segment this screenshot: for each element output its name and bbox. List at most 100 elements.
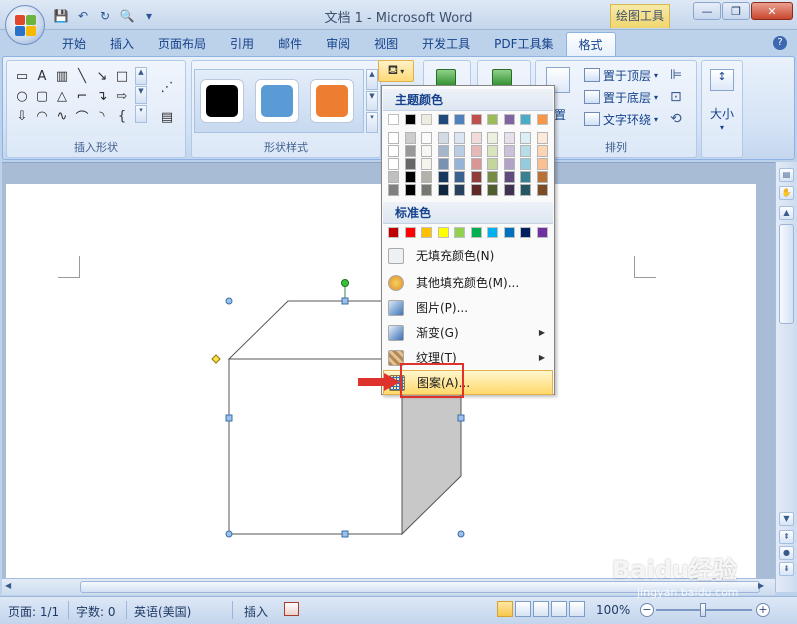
pan-hand-icon[interactable]: ✋ [779, 186, 794, 200]
theme-color-swatch[interactable] [487, 114, 498, 125]
send-to-back-button[interactable]: 置于底层 ▾ [584, 88, 658, 106]
browse-object-icon[interactable]: ● [779, 546, 794, 560]
theme-shade-swatch[interactable] [404, 132, 416, 144]
theme-color-swatch[interactable] [520, 114, 531, 125]
arc-icon[interactable]: ◝ [92, 106, 112, 126]
resize-handle[interactable] [225, 530, 233, 538]
theme-shade-swatch[interactable] [388, 132, 399, 144]
theme-shade-swatch[interactable] [404, 184, 416, 196]
next-page-icon[interactable]: ⇟ [779, 562, 794, 576]
elbow-arrow-icon[interactable]: ↴ [92, 86, 112, 106]
size-icon[interactable]: ↕ [710, 69, 734, 91]
standard-color-swatch[interactable] [470, 227, 482, 238]
theme-shade-swatch[interactable] [421, 158, 432, 170]
theme-shade-swatch[interactable] [454, 158, 465, 170]
standard-color-swatch[interactable] [487, 227, 498, 238]
rotate-icon[interactable]: ⟲ [670, 111, 682, 127]
rotate-handle[interactable] [341, 279, 349, 287]
theme-shade-swatch[interactable] [470, 171, 482, 183]
theme-shade-swatch[interactable] [388, 171, 399, 183]
vertical-scrollbar[interactable]: ▤ ✋ ▲ ▼ ⇞ ● ⇟ [775, 162, 797, 592]
text-box-insert-icon[interactable]: ▤ [157, 107, 177, 127]
restore-icon[interactable]: ❐ [722, 2, 750, 20]
standard-color-swatch[interactable] [520, 227, 531, 238]
theme-shade-swatch[interactable] [487, 132, 498, 144]
theme-shade-swatch[interactable] [388, 145, 399, 157]
theme-shade-swatch[interactable] [536, 171, 548, 183]
adjust-handle[interactable] [211, 354, 221, 364]
theme-shade-swatch[interactable] [503, 184, 515, 196]
standard-color-swatch[interactable] [404, 227, 416, 238]
theme-shade-swatch[interactable] [421, 171, 432, 183]
theme-shade-swatch[interactable] [470, 132, 482, 144]
minimize-icon[interactable]: — [693, 2, 721, 20]
tab-page-layout[interactable]: 页面布局 [146, 32, 218, 56]
oval-icon[interactable]: ○ [12, 86, 32, 106]
gallery-down-icon[interactable]: ▼ [366, 90, 378, 112]
align-icon[interactable]: ⊫ [670, 67, 682, 83]
resize-handle[interactable] [225, 297, 233, 305]
zoom-slider-thumb[interactable] [700, 603, 706, 617]
curve-icon[interactable]: ⌒ [72, 106, 92, 126]
theme-shade-swatch[interactable] [520, 145, 531, 157]
scribble-icon[interactable]: ∿ [52, 106, 72, 126]
edit-shape-icon[interactable]: ⋰ [157, 77, 177, 97]
brace-icon[interactable]: { [112, 106, 132, 126]
scroll-thumb[interactable] [779, 224, 794, 324]
web-layout-icon[interactable] [533, 601, 549, 617]
theme-shade-swatch[interactable] [454, 132, 465, 144]
theme-shade-swatch[interactable] [503, 145, 515, 157]
gallery-up-icon[interactable]: ▲ [366, 69, 378, 90]
tab-insert[interactable]: 插入 [98, 32, 146, 56]
theme-shade-swatch[interactable] [454, 145, 465, 157]
theme-shade-swatch[interactable] [421, 132, 432, 144]
more-fill-colors-menu-item[interactable]: 其他填充颜色(M)... [383, 270, 553, 295]
zoom-out-icon[interactable]: − [640, 603, 654, 617]
resize-handle[interactable] [457, 530, 465, 538]
standard-color-swatch[interactable] [437, 227, 449, 238]
theme-shade-swatch[interactable] [437, 132, 449, 144]
ruler-toggle-icon[interactable]: ▤ [779, 168, 794, 182]
position-label[interactable]: 置 [554, 105, 566, 123]
page-count[interactable]: 页面: 1/1 [8, 603, 59, 620]
theme-color-swatch[interactable] [404, 114, 416, 125]
tab-format[interactable]: 格式 [565, 32, 616, 56]
theme-color-swatch[interactable] [454, 114, 465, 125]
theme-shade-swatch[interactable] [421, 184, 432, 196]
gradient-fill-menu-item[interactable]: 渐变(G) ▶ [383, 320, 553, 345]
theme-shade-swatch[interactable] [536, 158, 548, 170]
resize-handle[interactable] [341, 297, 349, 305]
bring-to-front-button[interactable]: 置于顶层 ▾ [584, 66, 658, 84]
gallery-up-icon[interactable]: ▲ [135, 67, 147, 85]
elbow-connector-icon[interactable]: ⌐ [72, 86, 92, 106]
theme-shade-swatch[interactable] [470, 145, 482, 157]
theme-shade-swatch[interactable] [404, 171, 416, 183]
scroll-left-icon[interactable]: ◀ [5, 581, 19, 593]
word-count[interactable]: 字数: 0 [76, 603, 116, 620]
theme-color-swatch[interactable] [421, 114, 432, 125]
theme-shade-swatch[interactable] [437, 158, 449, 170]
theme-color-swatch[interactable] [503, 114, 515, 125]
theme-shade-swatch[interactable] [487, 145, 498, 157]
size-label[interactable]: 大小 [702, 105, 742, 122]
full-screen-reading-icon[interactable] [515, 601, 531, 617]
theme-color-swatch[interactable] [536, 114, 548, 125]
scroll-up-icon[interactable]: ▲ [779, 206, 794, 220]
style-swatch-blue[interactable] [255, 79, 299, 123]
macro-record-icon[interactable] [284, 602, 299, 616]
arrow-line-icon[interactable]: ↘ [92, 66, 112, 86]
theme-color-swatch[interactable] [388, 114, 399, 125]
picture-fill-menu-item[interactable]: 图片(P)... [383, 295, 553, 320]
theme-shade-swatch[interactable] [487, 171, 498, 183]
insert-mode[interactable]: 插入 [244, 603, 268, 620]
resize-handle[interactable] [341, 530, 349, 538]
theme-shade-swatch[interactable] [536, 145, 548, 157]
theme-shade-swatch[interactable] [503, 158, 515, 170]
gallery-down-icon[interactable]: ▼ [135, 86, 147, 104]
theme-shade-swatch[interactable] [421, 145, 432, 157]
theme-shade-swatch[interactable] [388, 184, 399, 196]
style-swatch-black[interactable] [200, 79, 244, 123]
rectangle-icon[interactable]: □ [112, 66, 132, 86]
style-swatch-orange[interactable] [310, 79, 354, 123]
scroll-down-icon[interactable]: ▼ [779, 512, 794, 526]
